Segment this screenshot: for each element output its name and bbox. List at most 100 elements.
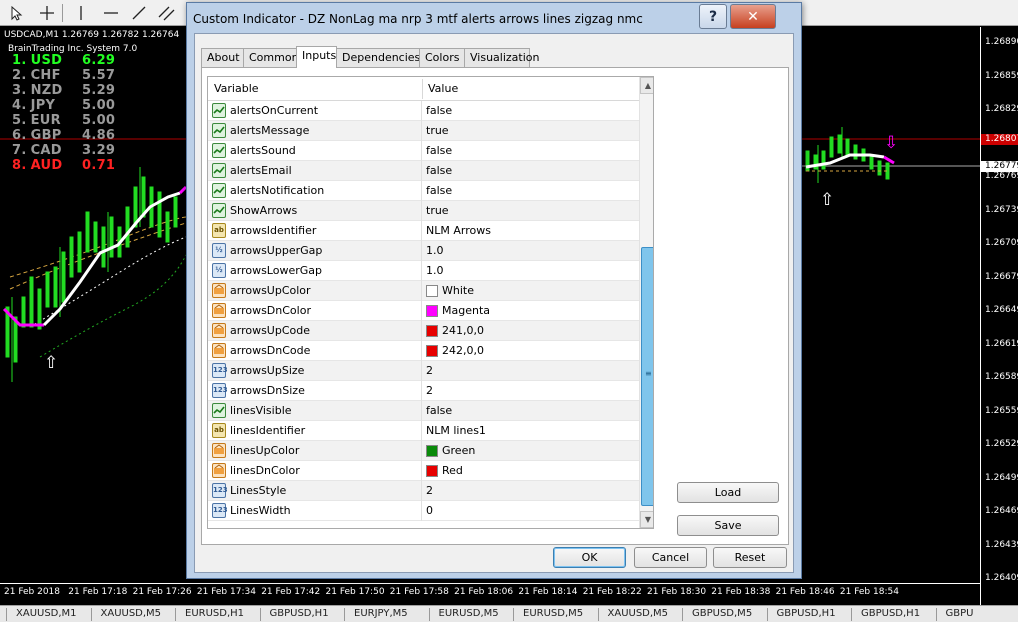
cursor-icon[interactable] [6, 2, 28, 24]
grid-row[interactable]: ab linesIdentifier NLM lines1 [208, 421, 640, 441]
variable-value[interactable]: 1.0 [426, 264, 444, 277]
header-value[interactable]: Value [428, 82, 458, 95]
price-tick-label: 1.26439 [985, 539, 1018, 550]
tab-colors[interactable]: Colors [419, 48, 465, 67]
variable-value[interactable]: NLM Arrows [426, 224, 491, 237]
symbol-tab[interactable]: GBPUSD,H1 [270, 608, 329, 619]
variable-value[interactable]: true [426, 204, 449, 217]
symbol-tab[interactable]: EURUSD,M5 [439, 608, 499, 619]
tab-dependencies[interactable]: Dependencies [336, 48, 420, 67]
grid-row[interactable]: arrowsUpColor White [208, 281, 640, 301]
crosshair-icon[interactable] [36, 2, 58, 24]
variable-value[interactable]: true [426, 124, 449, 137]
cancel-button[interactable]: Cancel [634, 547, 707, 568]
variable-value[interactable]: false [426, 164, 452, 177]
close-button[interactable]: ✕ [730, 4, 776, 29]
horizontal-line-icon[interactable] [100, 2, 122, 24]
color-swatch[interactable] [426, 465, 438, 477]
variable-value[interactable]: 2 [426, 384, 433, 397]
variable-value[interactable]: 0 [426, 504, 433, 517]
variable-value[interactable]: 242,0,0 [442, 344, 484, 357]
color-swatch[interactable] [426, 325, 438, 337]
variable-value[interactable]: 2 [426, 484, 433, 497]
variable-cell: 123 arrowsDnSize [208, 381, 422, 401]
variable-value[interactable]: 241,0,0 [442, 324, 484, 337]
channel-icon[interactable] [156, 2, 178, 24]
ok-button[interactable]: OK [553, 547, 626, 568]
symbol-tab-divider [513, 608, 514, 621]
grid-row[interactable]: 123 arrowsUpSize 2 [208, 361, 640, 381]
vertical-line-icon[interactable] [70, 2, 92, 24]
scroll-down-button[interactable]: ▼ [640, 511, 653, 528]
header-variable[interactable]: Variable [214, 82, 259, 95]
grid-row[interactable]: alertsOnCurrent false [208, 101, 640, 121]
scroll-up-button[interactable]: ▲ [640, 77, 653, 94]
grid-row[interactable]: ShowArrows true [208, 201, 640, 221]
grid-row[interactable]: ab arrowsIdentifier NLM Arrows [208, 221, 640, 241]
tab-visualization[interactable]: Visualization [464, 48, 539, 67]
variable-value[interactable]: false [426, 404, 452, 417]
variable-cell: linesVisible [208, 401, 422, 421]
variable-value[interactable]: NLM lines1 [426, 424, 486, 437]
symbol-tab[interactable]: GBPUSD,H1 [777, 608, 836, 619]
grid-row[interactable]: 123 LinesWidth 0 [208, 501, 640, 521]
reset-button[interactable]: Reset [713, 547, 787, 568]
price-axis[interactable]: 1.268901.268591.268291.267991.267691.267… [980, 27, 1018, 605]
symbol-tab[interactable]: EURJPY,M5 [354, 608, 408, 619]
grid-header: Variable Value [208, 77, 640, 101]
variable-value[interactable]: false [426, 104, 452, 117]
grid-row[interactable]: 123 arrowsDnSize 2 [208, 381, 640, 401]
strength-row: 5. EUR 5.00 [12, 113, 115, 128]
symbol-tab[interactable]: EURUSD,H1 [185, 608, 244, 619]
variable-value[interactable]: false [426, 144, 452, 157]
variable-value[interactable]: false [426, 184, 452, 197]
variable-value[interactable]: 1.0 [426, 244, 444, 257]
symbol-tab[interactable]: XAUUSD,M5 [608, 608, 669, 619]
grid-row[interactable]: linesVisible false [208, 401, 640, 421]
grid-scrollbar[interactable]: ▲ ≡ ▼ [639, 77, 653, 528]
grid-row[interactable]: arrowsDnCode 242,0,0 [208, 341, 640, 361]
symbol-tab[interactable]: GBPU [946, 608, 974, 619]
trendline-icon[interactable] [128, 2, 150, 24]
grid-row[interactable]: linesUpColor Green [208, 441, 640, 461]
variable-value[interactable]: Green [442, 444, 475, 457]
strength-row: 7. CAD 3.29 [12, 143, 115, 158]
grid-row[interactable]: arrowsUpCode 241,0,0 [208, 321, 640, 341]
time-tick-label: 21 Feb 17:58 [389, 587, 449, 597]
variable-cell: alertsSound [208, 141, 422, 161]
help-button[interactable]: ? [699, 4, 727, 29]
symbol-tab[interactable]: GBPUSD,M5 [692, 608, 752, 619]
grid-row[interactable]: arrowsDnColor Magenta [208, 301, 640, 321]
save-button[interactable]: Save [677, 515, 779, 536]
grid-row[interactable]: ½ arrowsUpperGap 1.0 [208, 241, 640, 261]
grid-row[interactable]: alertsMessage true [208, 121, 640, 141]
color-swatch[interactable] [426, 345, 438, 357]
grid-row[interactable]: alertsNotification false [208, 181, 640, 201]
symbol-tab[interactable]: XAUUSD,M1 [16, 608, 77, 619]
price-tick-label: 1.26769 [985, 171, 1018, 181]
color-swatch[interactable] [426, 445, 438, 457]
variable-value[interactable]: 2 [426, 364, 433, 377]
tab-about[interactable]: About [201, 48, 244, 67]
grid-row[interactable]: alertsSound false [208, 141, 640, 161]
variable-name: arrowsLowerGap [230, 264, 323, 277]
symbol-tab[interactable]: GBPUSD,H1 [861, 608, 920, 619]
grid-row[interactable]: ½ arrowsLowerGap 1.0 [208, 261, 640, 281]
variable-value[interactable]: Magenta [442, 304, 490, 317]
variable-value[interactable]: Red [442, 464, 463, 477]
symbol-tab[interactable]: EURUSD,M5 [523, 608, 583, 619]
grid-row[interactable]: linesDnColor Red [208, 461, 640, 481]
grid-row[interactable]: 123 LinesStyle 2 [208, 481, 640, 501]
symbol-tab[interactable]: XAUUSD,M5 [101, 608, 162, 619]
scroll-thumb[interactable]: ≡ [641, 247, 653, 506]
strength-row: 2. CHF 5.57 [12, 68, 115, 83]
strength-currency: CAD [30, 143, 62, 158]
tab-inputs[interactable]: Inputs [296, 46, 337, 68]
color-swatch[interactable] [426, 305, 438, 317]
variable-name: linesUpColor [230, 444, 300, 457]
load-button[interactable]: Load [677, 482, 779, 503]
color-swatch[interactable] [426, 285, 438, 297]
grid-row[interactable]: alertsEmail false [208, 161, 640, 181]
tab-common[interactable]: Common [243, 48, 299, 67]
variable-value[interactable]: White [442, 284, 474, 297]
